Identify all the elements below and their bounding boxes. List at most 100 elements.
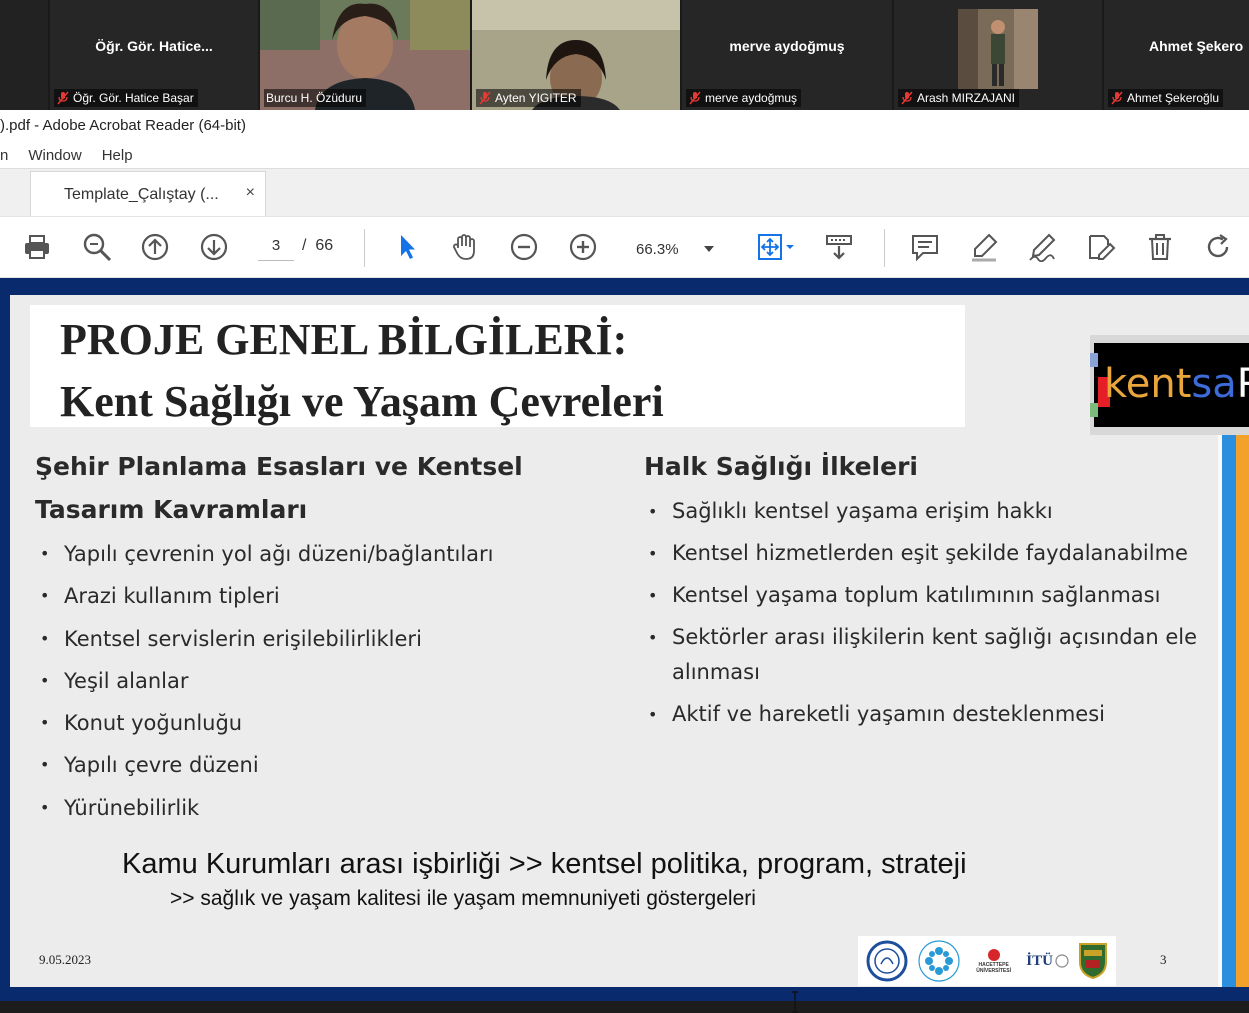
plus-circle-icon	[569, 233, 597, 261]
hand-icon	[453, 234, 475, 260]
participant-tile-arash[interactable]: Arash MIRZAJANI	[894, 0, 1102, 110]
participant-caption-text: Ayten YIGITER	[495, 91, 577, 105]
print-button[interactable]	[20, 230, 54, 264]
participant-tile-ahmet[interactable]: Ahmet Şekero Ahmet Şekeroğlu	[1104, 0, 1249, 110]
menu-item-window[interactable]: Window	[28, 147, 81, 164]
list-item: Aktif ve hareketli yaşamın desteklenmesi	[645, 697, 1215, 732]
muted-mic-icon	[479, 91, 491, 105]
chevron-down-icon	[704, 246, 714, 252]
search-icon	[83, 233, 112, 262]
side-stripe-orange	[1236, 435, 1249, 987]
next-page-button[interactable]	[197, 230, 231, 264]
fit-page-icon	[758, 234, 794, 260]
page-total: 66	[315, 237, 334, 254]
right-bullet-list: Sağlıklı kentsel yaşama erişim hakkı Ken…	[645, 494, 1215, 739]
left-bullet-list: Yapılı çevrenin yol ağı düzeni/bağlantıl…	[37, 533, 627, 829]
menu-item-help[interactable]: Help	[102, 147, 133, 164]
highlight-button[interactable]	[967, 230, 1001, 264]
logo-green-bar	[1090, 403, 1098, 417]
zoom-level-select[interactable]: 66.3%	[622, 235, 722, 263]
participant-tile-hatice[interactable]: Öğr. Gör. Hatice... Öğr. Gör. Hatice Baş…	[50, 0, 258, 110]
crest-logo	[1078, 943, 1107, 980]
close-tab-icon[interactable]: ×	[246, 184, 255, 202]
list-item: Sektörler arası ilişkilerin kent sağlığı…	[645, 620, 1215, 690]
zoom-in-button[interactable]	[566, 230, 600, 264]
text-cursor-icon	[792, 991, 798, 1013]
logo-word-b: sa	[1191, 361, 1237, 407]
tab-label: Template_Çalıştay (...	[64, 185, 219, 203]
left-column-heading: Şehir Planlama Esasları ve Kentsel Tasar…	[35, 452, 523, 524]
muted-mic-icon	[1111, 91, 1123, 105]
slide-title-line1: PROJE GENEL BİLGİLERİ:	[60, 315, 628, 364]
fit-page-button[interactable]	[750, 230, 800, 264]
logo-word-c: P	[1236, 361, 1249, 407]
participant-caption-text: Burcu H. Özüduru	[266, 91, 363, 105]
side-stripe-blue	[1222, 435, 1236, 987]
list-item: Yapılı çevre düzeni	[37, 744, 627, 787]
list-item: Arazi kullanım tipleri	[37, 575, 627, 618]
menu-item-view[interactable]: n	[0, 147, 8, 164]
logo-wordmark: kentsaP	[1104, 361, 1249, 407]
list-item: Yürünebilirlik	[37, 787, 627, 830]
itu-logo-text: İTÜ	[1026, 952, 1053, 969]
sign-icon	[1089, 235, 1116, 260]
participant-tile-merve[interactable]: merve aydoğmuş merve aydoğmuş	[682, 0, 892, 110]
participant-name: merve aydoğmuş	[729, 38, 845, 54]
select-tool-button[interactable]	[390, 230, 424, 264]
muted-mic-icon	[901, 91, 913, 105]
participant-avatar	[958, 9, 1038, 89]
slide-title-box: PROJE GENEL BİLGİLERİ: Kent Sağlığı ve Y…	[30, 305, 965, 427]
slide-footer-main: Kamu Kurumları arası işbirliği >> kentse…	[122, 848, 967, 880]
arrow-up-circle-icon	[141, 233, 169, 261]
logo-blue-bar	[1090, 353, 1098, 367]
logo-word-a: kent	[1104, 361, 1192, 407]
university-seal-logo	[866, 940, 908, 982]
participant-name: Öğr. Gör. Hatice...	[95, 38, 213, 54]
page-count: / 66	[302, 237, 333, 255]
zoom-level-value: 66.3%	[636, 240, 679, 258]
list-item: Yeşil alanlar	[37, 660, 627, 703]
scroll-down-icon	[826, 235, 852, 260]
list-item: Kentsel yaşama toplum katılımının sağlan…	[645, 578, 1215, 613]
menu-bar: n Window Help	[0, 142, 1249, 168]
list-item: Sağlıklı kentsel yaşama erişim hakkı	[645, 494, 1215, 529]
pen-icon	[1029, 233, 1056, 262]
zoom-out-button[interactable]	[507, 230, 541, 264]
muted-mic-icon	[57, 91, 69, 105]
minus-circle-icon	[510, 233, 538, 261]
list-item: Kentsel servislerin erişilebilirlikleri	[37, 618, 627, 661]
lokman-hekim-logo	[918, 940, 960, 982]
previous-page-button[interactable]	[138, 230, 172, 264]
participant-caption: Arash MIRZAJANI	[898, 89, 1020, 107]
participant-caption: Öğr. Gör. Hatice Başar	[54, 89, 198, 107]
rotate-button[interactable]	[1201, 230, 1235, 264]
draw-button[interactable]	[1025, 230, 1059, 264]
hand-tool-button[interactable]	[448, 230, 482, 264]
list-item: Yapılı çevrenin yol ağı düzeni/bağlantıl…	[37, 533, 627, 576]
print-icon	[25, 235, 49, 259]
comment-button[interactable]	[908, 230, 942, 264]
participant-caption: Ayten YIGITER	[476, 89, 581, 107]
rotate-icon	[1207, 234, 1229, 258]
toolbar-divider	[884, 229, 885, 267]
scroll-mode-button[interactable]	[822, 230, 856, 264]
partner-logos: HACETTEPE ÜNİVERSİTESİ İTÜ	[858, 936, 1116, 986]
page-number-input[interactable]: 3	[258, 237, 294, 261]
slide-date: 9.05.2023	[39, 952, 91, 967]
pdf-page: PROJE GENEL BİLGİLERİ: Kent Sağlığı ve Y…	[10, 295, 1249, 1013]
muted-mic-icon	[689, 91, 701, 105]
tab-document[interactable]: Template_Çalıştay (... ×	[30, 171, 266, 217]
participant-caption-text: Ahmet Şekeroğlu	[1127, 91, 1220, 105]
slide-title: PROJE GENEL BİLGİLERİ: Kent Sağlığı ve Y…	[60, 309, 664, 433]
itu-logo: İTÜ	[1026, 953, 1069, 970]
participant-name: Ahmet Şekero	[1149, 38, 1244, 54]
itu-seal	[1055, 954, 1069, 968]
participant-caption: Burcu H. Özüduru	[264, 89, 367, 107]
delete-button[interactable]	[1143, 230, 1177, 264]
tab-bar: Template_Çalıştay (... ×	[0, 168, 1249, 217]
participant-tile-ayten[interactable]: Ayten YIGITER	[472, 0, 680, 110]
participant-tile-burcu[interactable]: Burcu H. Özüduru	[260, 0, 470, 110]
fill-sign-button[interactable]	[1084, 230, 1118, 264]
find-button[interactable]	[80, 230, 114, 264]
cursor-arrow-icon	[401, 235, 415, 259]
